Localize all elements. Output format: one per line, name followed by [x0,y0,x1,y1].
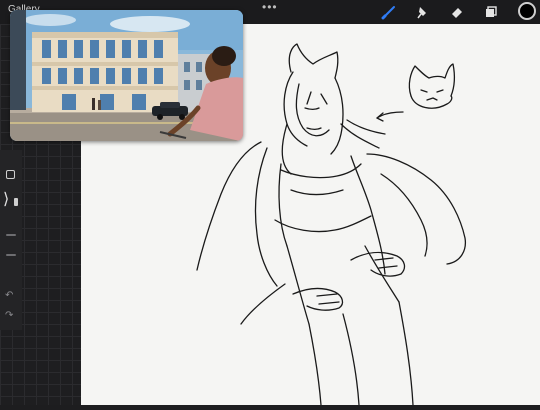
layers-button[interactable] [482,3,500,21]
chevron-right-icon[interactable]: ⟩ [3,192,9,208]
undo-icon[interactable]: ↶ [5,290,13,301]
color-picker-button[interactable] [518,2,536,20]
slider-handle[interactable] [14,198,18,206]
brush-tool-button[interactable] [380,3,398,21]
picture-in-picture-video[interactable] [10,10,243,141]
smudge-tool-button[interactable] [414,3,432,21]
layers-icon [486,6,497,17]
more-options-button[interactable]: ••• [262,0,278,14]
brush-size-slider[interactable] [6,234,16,236]
eraser-icon [452,8,462,18]
smudge-icon [417,7,426,19]
redo-icon[interactable]: ↷ [5,310,13,321]
brush-opacity-slider[interactable] [6,254,16,256]
video-thumbnail [10,10,243,141]
brush-icon [381,6,395,20]
square-icon[interactable] [6,170,15,179]
eraser-tool-button[interactable] [448,3,466,21]
left-sidebar: ⟩ ↶ ↷ [0,150,22,330]
